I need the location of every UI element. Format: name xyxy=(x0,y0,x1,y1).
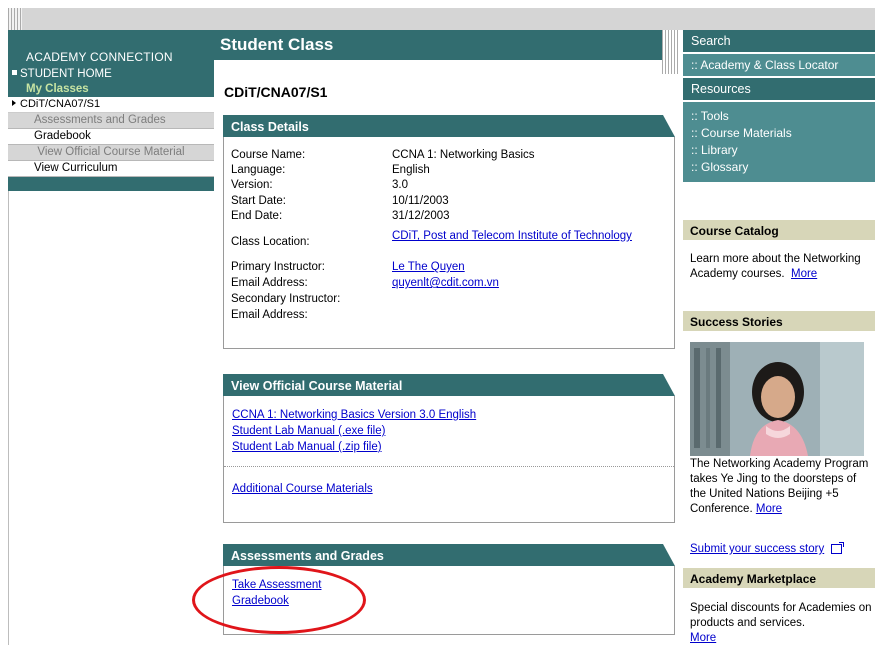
title-stripe-decoration xyxy=(662,30,680,74)
submit-story-row: Submit your success story xyxy=(690,541,875,557)
course-name-value: CCNA 1: Networking Basics xyxy=(392,149,535,161)
academy-locator-link[interactable]: :: Academy & Class Locator xyxy=(683,54,875,76)
detail-label: Secondary Instructor: xyxy=(231,293,341,305)
additional-materials-link[interactable]: Additional Course Materials xyxy=(232,483,373,495)
glossary-link[interactable]: :: Glossary xyxy=(691,159,875,176)
nav-footer-bar xyxy=(8,177,214,191)
nav-item-assessments[interactable]: Assessments and Grades xyxy=(8,113,214,129)
detail-label: Email Address: xyxy=(231,309,308,321)
detail-label: Course Name: xyxy=(231,149,306,161)
success-more-link[interactable]: More xyxy=(756,503,782,515)
right-column: Search :: Academy & Class Locator Resour… xyxy=(683,30,875,182)
success-stories-heading: Success Stories xyxy=(683,311,875,331)
external-window-icon xyxy=(831,541,845,554)
lab-manual-exe-link[interactable]: Student Lab Manual (.exe file) xyxy=(232,425,385,437)
submit-story-link[interactable]: Submit your success story xyxy=(690,543,824,555)
nav-my-classes[interactable]: My Classes xyxy=(8,82,214,97)
class-location-link[interactable]: CDiT, Post and Telecom Institute of Tech… xyxy=(392,228,632,244)
detail-label: Class Location: xyxy=(231,236,310,248)
detail-label: Language: xyxy=(231,164,286,176)
course-catalog-heading: Course Catalog xyxy=(683,220,875,240)
tools-link[interactable]: :: Tools xyxy=(691,108,875,125)
stripe-decoration xyxy=(8,8,22,30)
detail-label: Email Address: xyxy=(231,277,308,289)
resources-links: :: Tools :: Course Materials :: Library … xyxy=(683,102,875,182)
detail-label: Start Date: xyxy=(231,195,286,207)
search-title: Search xyxy=(683,30,875,52)
course-material-panel: View Official Course Material CCNA 1: Ne… xyxy=(223,374,675,523)
woman-photo-icon xyxy=(690,342,864,456)
end-date-value: 31/12/2003 xyxy=(392,210,450,222)
marketplace-more-link[interactable]: More xyxy=(690,632,716,644)
detail-label: Primary Instructor: xyxy=(231,261,325,273)
lab-manual-zip-link[interactable]: Student Lab Manual (.zip file) xyxy=(232,441,382,453)
divider xyxy=(224,466,674,467)
nav-item-gradebook[interactable]: Gradebook xyxy=(8,129,214,145)
class-code-heading: CDiT/CNA07/S1 xyxy=(224,84,328,100)
instructor-email-link[interactable]: quyenlt@cdit.com.vn xyxy=(392,277,499,289)
highlight-circle xyxy=(192,566,366,634)
primary-instructor-link[interactable]: Le The Quyen xyxy=(392,261,465,273)
start-date-value: 10/11/2003 xyxy=(392,195,449,207)
marketplace-text: Special discounts for Academies on produ… xyxy=(690,602,872,644)
marketplace-heading: Academy Marketplace xyxy=(683,568,875,588)
success-story-text: The Networking Academy Program takes Ye … xyxy=(690,458,869,515)
resources-title: Resources xyxy=(683,78,875,100)
course-material-heading: View Official Course Material xyxy=(223,374,675,396)
course-catalog-text: Learn more about the Networking Academy … xyxy=(690,253,861,280)
nav-title: ACADEMY CONNECTION xyxy=(8,30,214,66)
version-value: 3.0 xyxy=(392,179,408,191)
assessments-heading: Assessments and Grades xyxy=(223,544,675,566)
class-details-heading: Class Details xyxy=(223,115,675,137)
top-strip xyxy=(0,0,875,30)
course-material-link[interactable]: CCNA 1: Networking Basics Version 3.0 En… xyxy=(232,409,476,421)
nav-item-curriculum[interactable]: View Curriculum xyxy=(8,161,214,177)
triangle-right-icon xyxy=(12,100,16,107)
page-title: Student Class xyxy=(214,30,666,60)
nav-item-course-material[interactable]: View Official Course Material xyxy=(8,145,214,161)
detail-label: Version: xyxy=(231,179,273,191)
left-nav: ACADEMY CONNECTION STUDENT HOME My Class… xyxy=(8,30,214,191)
detail-label: End Date: xyxy=(231,210,283,222)
nav-student-home[interactable]: STUDENT HOME xyxy=(8,66,214,82)
success-story-photo[interactable] xyxy=(690,342,864,456)
class-details-panel: Class Details Course Name: CCNA 1: Netwo… xyxy=(223,115,675,349)
language-value: English xyxy=(392,164,430,176)
catalog-more-link[interactable]: More xyxy=(791,268,817,280)
course-materials-link[interactable]: :: Course Materials xyxy=(691,125,875,142)
nav-class-code[interactable]: CDiT/CNA07/S1 xyxy=(8,97,214,113)
bullet-icon xyxy=(12,70,17,76)
library-link[interactable]: :: Library xyxy=(691,142,875,159)
